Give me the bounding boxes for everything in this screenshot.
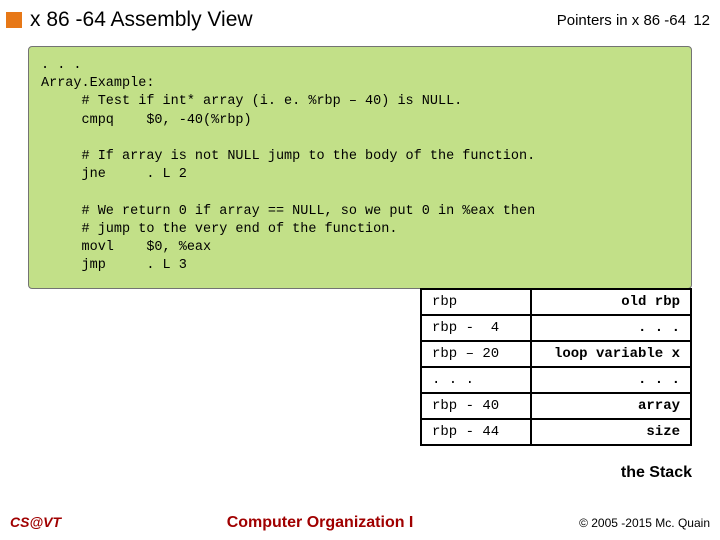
stack-label: the Stack <box>621 464 692 482</box>
stack-value: array <box>531 393 691 419</box>
title-bullet-icon <box>6 12 22 28</box>
stack-value: . . . <box>531 367 691 393</box>
title-group: x 86 -64 Assembly View <box>6 8 253 32</box>
slide-number: 12 <box>692 12 710 29</box>
stack-value: . . . <box>531 315 691 341</box>
slide-topic-group: Pointers in x 86 -64 12 <box>557 12 710 29</box>
table-row: . . . . . . <box>421 367 691 393</box>
table-row: rbp - 44 size <box>421 419 691 445</box>
footer-center: Computer Organization I <box>227 514 414 532</box>
stack-offset: rbp - 40 <box>421 393 531 419</box>
stack-offset: rbp <box>421 289 531 315</box>
stack-value: old rbp <box>531 289 691 315</box>
slide-header: x 86 -64 Assembly View Pointers in x 86 … <box>0 0 720 40</box>
assembly-code-block: . . . Array.Example: # Test if int* arra… <box>28 46 692 289</box>
stack-offset: rbp - 4 <box>421 315 531 341</box>
footer-right: © 2005 -2015 Mc. Quain <box>579 516 710 530</box>
stack-offset: rbp - 44 <box>421 419 531 445</box>
stack-value: size <box>531 419 691 445</box>
stack-value: loop variable x <box>531 341 691 367</box>
slide-topic: Pointers in x 86 -64 <box>557 12 686 29</box>
stack-offset: rbp – 20 <box>421 341 531 367</box>
table-row: rbp - 40 array <box>421 393 691 419</box>
slide-footer: CS@VT Computer Organization I © 2005 -20… <box>0 514 720 532</box>
table-row: rbp - 4 . . . <box>421 315 691 341</box>
stack-table: rbp old rbp rbp - 4 . . . rbp – 20 loop … <box>420 288 692 446</box>
slide-title: x 86 -64 Assembly View <box>30 8 253 32</box>
table-row: rbp old rbp <box>421 289 691 315</box>
stack-offset: . . . <box>421 367 531 393</box>
footer-left: CS@VT <box>10 514 61 530</box>
table-row: rbp – 20 loop variable x <box>421 341 691 367</box>
